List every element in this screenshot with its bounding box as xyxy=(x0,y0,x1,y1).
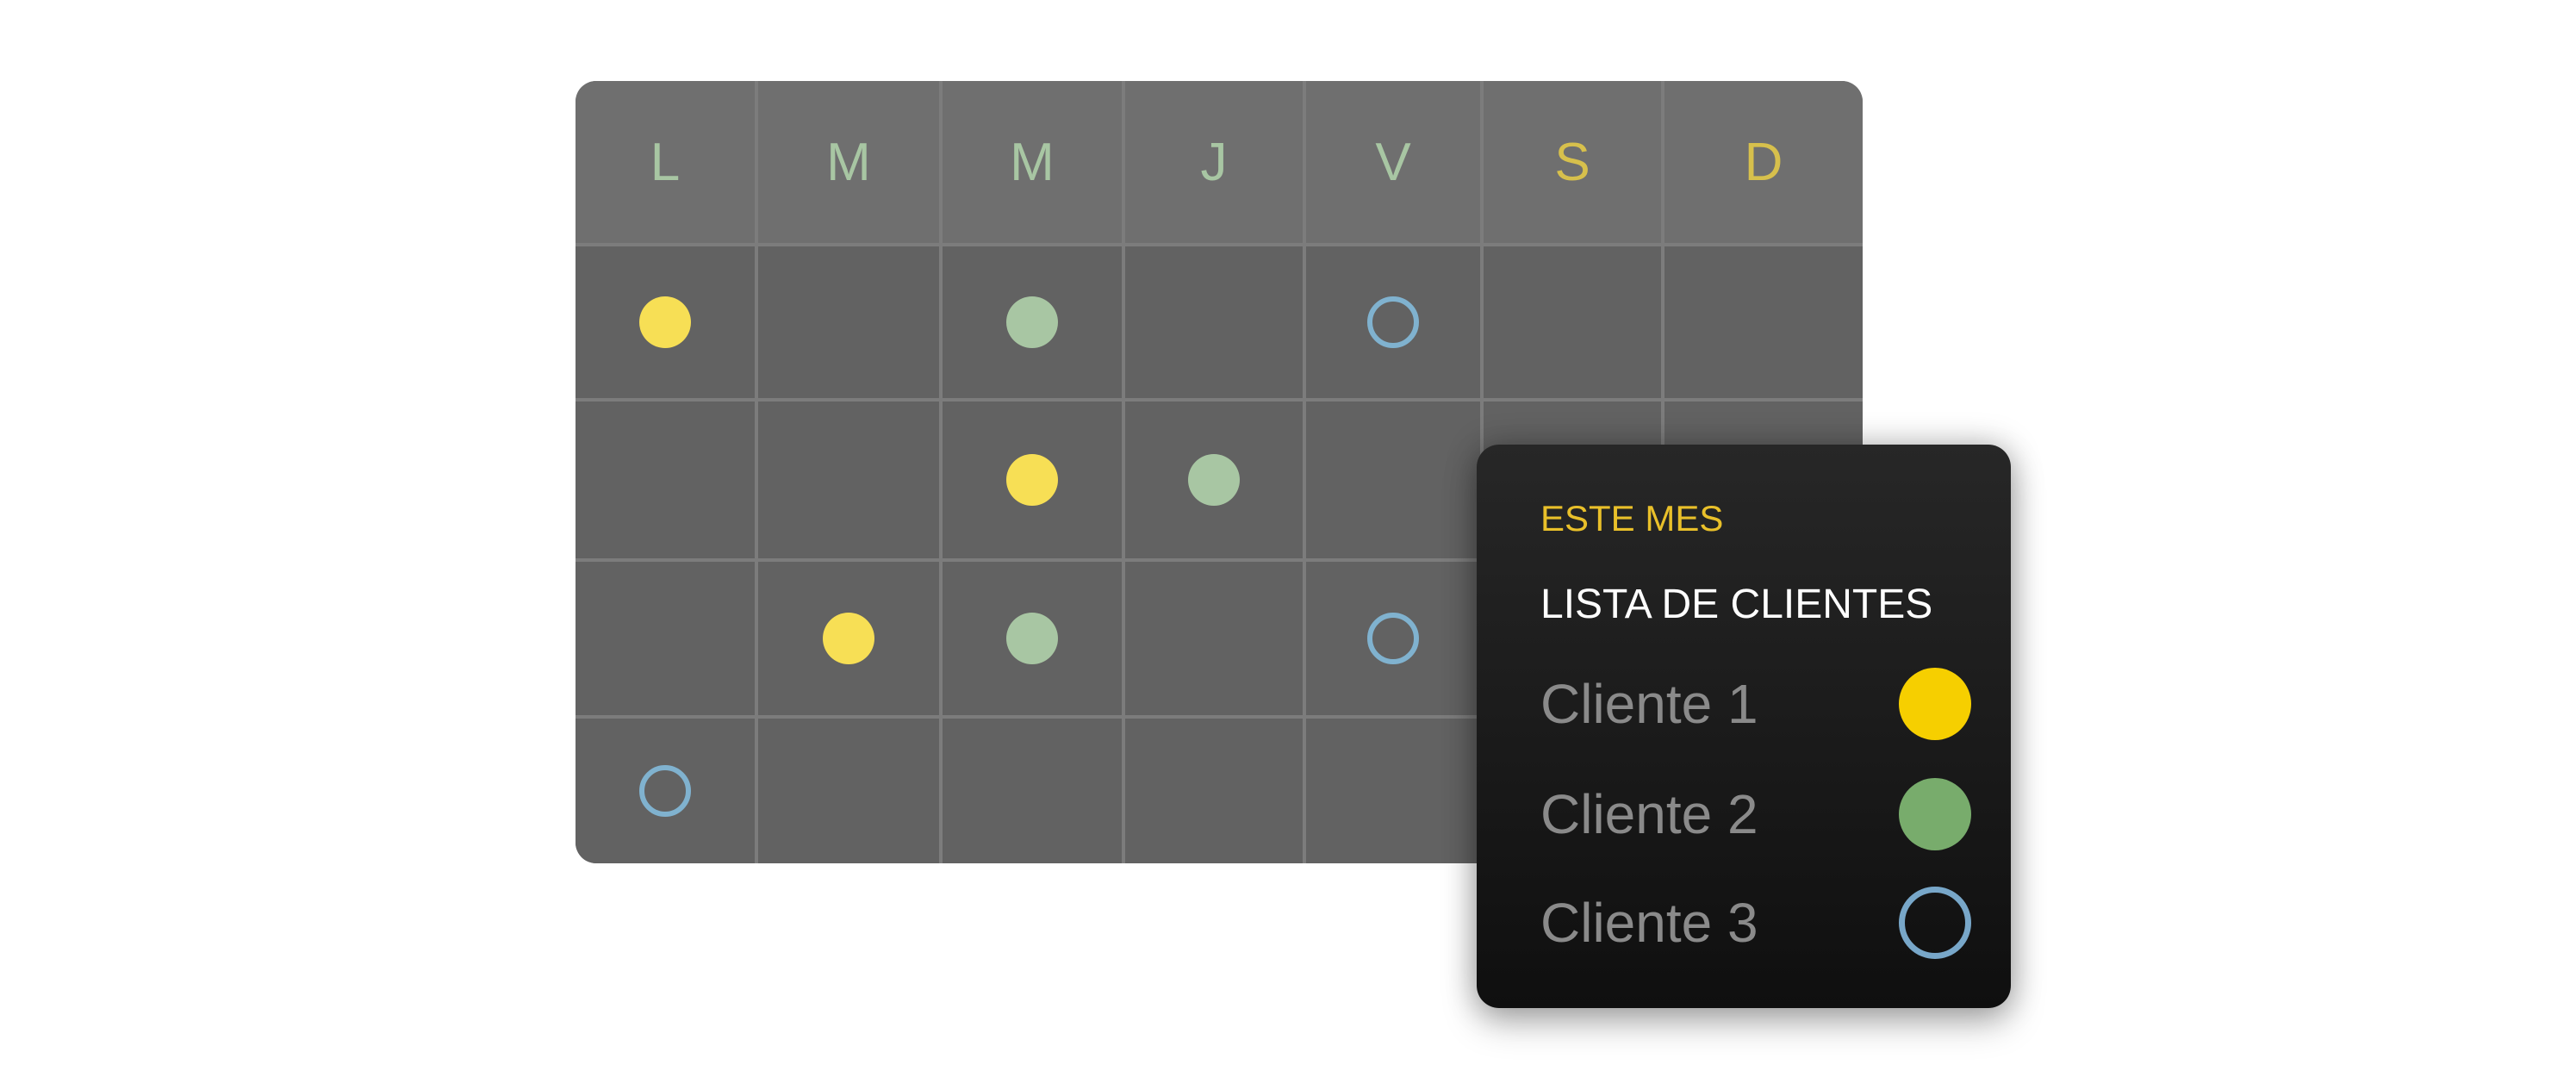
client-name: Cliente 1 xyxy=(1540,673,1758,735)
client-row-1[interactable]: Cliente 1 xyxy=(1540,665,1971,743)
calendar-day-cell[interactable] xyxy=(758,719,943,863)
calendar-day-cell[interactable] xyxy=(1306,562,1484,719)
client-name: Cliente 3 xyxy=(1540,892,1758,954)
popup-title: LISTA DE CLIENTES xyxy=(1540,582,1933,627)
client-3-event-marker xyxy=(1367,296,1419,348)
calendar-day-cell[interactable] xyxy=(1125,246,1306,402)
calendar-day-cell[interactable] xyxy=(1125,562,1306,719)
client-1-event-marker xyxy=(1006,454,1058,506)
calendar-day-cell[interactable] xyxy=(576,246,758,402)
client-1-color-dot xyxy=(1899,668,1971,740)
calendar-day-cell[interactable] xyxy=(1306,246,1484,402)
day-header: M xyxy=(943,81,1125,246)
calendar-day-cell[interactable] xyxy=(943,246,1125,402)
calendar-day-cell[interactable] xyxy=(758,246,943,402)
calendar-day-cell[interactable] xyxy=(1484,246,1664,402)
client-3-color-dot xyxy=(1899,887,1971,959)
calendar-day-cell[interactable] xyxy=(943,719,1125,863)
calendar-day-cell[interactable] xyxy=(758,562,943,719)
popup-period-label: ESTE MES xyxy=(1540,498,1724,538)
client-name: Cliente 2 xyxy=(1540,783,1758,845)
client-3-event-marker xyxy=(1367,613,1419,664)
client-2-event-marker xyxy=(1188,454,1240,506)
day-header: L xyxy=(576,81,758,246)
day-header: M xyxy=(758,81,943,246)
client-3-event-marker xyxy=(639,765,691,817)
day-header: V xyxy=(1306,81,1484,246)
calendar-day-cell[interactable] xyxy=(1125,719,1306,863)
client-list-popup: ESTE MES LISTA DE CLIENTES Cliente 1 Cli… xyxy=(1477,445,2011,1008)
client-2-event-marker xyxy=(1006,296,1058,348)
calendar-day-cell[interactable] xyxy=(576,719,758,863)
client-1-event-marker xyxy=(823,613,874,664)
calendar-day-cell[interactable] xyxy=(943,562,1125,719)
client-row-2[interactable]: Cliente 2 xyxy=(1540,775,1971,853)
calendar-day-cell[interactable] xyxy=(758,402,943,562)
calendar-day-cell[interactable] xyxy=(1306,402,1484,562)
day-header: J xyxy=(1125,81,1306,246)
calendar-day-cell[interactable] xyxy=(1664,246,1863,402)
client-2-event-marker xyxy=(1006,613,1058,664)
client-row-3[interactable]: Cliente 3 xyxy=(1540,884,1971,962)
day-header: D xyxy=(1664,81,1863,246)
client-1-event-marker xyxy=(639,296,691,348)
calendar-day-cell[interactable] xyxy=(943,402,1125,562)
client-2-color-dot xyxy=(1899,778,1971,850)
calendar-day-cell[interactable] xyxy=(1125,402,1306,562)
calendar-day-cell[interactable] xyxy=(576,562,758,719)
day-header: S xyxy=(1484,81,1664,246)
calendar-day-cell[interactable] xyxy=(576,402,758,562)
calendar-day-cell[interactable] xyxy=(1306,719,1484,863)
